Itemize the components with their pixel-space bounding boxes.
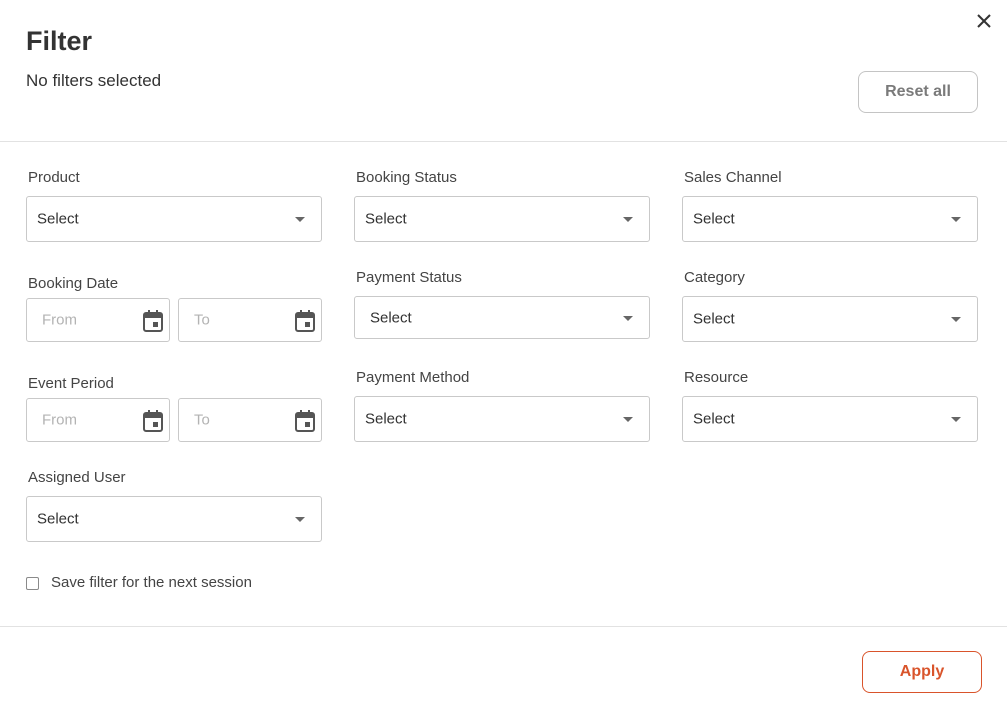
event-period-to-placeholder: To — [194, 411, 210, 429]
payment-method-select[interactable]: Select — [354, 396, 650, 442]
chevron-down-icon — [951, 417, 961, 422]
assigned-user-label: Assigned User — [28, 469, 126, 486]
sales-channel-label: Sales Channel — [684, 169, 782, 186]
assigned-user-select[interactable]: Select — [26, 496, 322, 542]
payment-method-label: Payment Method — [356, 369, 470, 386]
category-select[interactable]: Select — [682, 296, 978, 342]
chevron-down-icon — [295, 517, 305, 522]
booking-date-to-input[interactable]: To — [178, 298, 322, 342]
booking-date-from-placeholder: From — [42, 311, 77, 329]
assigned-user-select-value: Select — [37, 510, 79, 528]
reset-all-button[interactable]: Reset all — [858, 71, 978, 113]
product-label: Product — [28, 169, 80, 186]
resource-label: Resource — [684, 369, 749, 386]
save-filter-checkbox[interactable] — [26, 577, 39, 590]
close-button[interactable] — [973, 10, 995, 32]
save-filter-label[interactable]: Save filter for the next session — [51, 574, 252, 591]
resource-select-value: Select — [693, 410, 735, 428]
chevron-down-icon — [951, 317, 961, 322]
sales-channel-select[interactable]: Select — [682, 196, 978, 242]
category-select-value: Select — [693, 310, 735, 328]
booking-date-label: Booking Date — [28, 275, 119, 292]
booking-status-select[interactable]: Select — [354, 196, 650, 242]
event-period-label: Event Period — [28, 375, 114, 392]
filter-summary: No filters selected — [26, 71, 162, 90]
booking-date-from-input[interactable]: From — [26, 298, 170, 342]
event-period-from-placeholder: From — [42, 411, 77, 429]
close-icon — [977, 14, 991, 28]
chevron-down-icon — [295, 217, 305, 222]
sales-channel-select-value: Select — [693, 210, 735, 228]
payment-method-select-value: Select — [365, 410, 407, 428]
event-period-from-input[interactable]: From — [26, 398, 170, 442]
calendar-icon[interactable] — [295, 410, 315, 432]
chevron-down-icon — [623, 315, 633, 321]
chevron-down-icon — [623, 217, 633, 222]
chevron-down-icon — [623, 417, 633, 422]
payment-status-select-value: Select — [370, 309, 412, 326]
apply-button[interactable]: Apply — [862, 651, 982, 693]
calendar-icon[interactable] — [295, 310, 315, 332]
calendar-icon[interactable] — [143, 410, 163, 432]
filter-header: Filter No filters selected Reset all — [0, 0, 1007, 142]
category-label: Category — [684, 269, 745, 286]
payment-status-label: Payment Status — [356, 269, 462, 286]
calendar-icon[interactable] — [143, 310, 163, 332]
payment-status-select[interactable]: Select — [354, 296, 650, 339]
page-title: Filter — [26, 26, 93, 56]
footer-divider — [0, 626, 1007, 627]
resource-select[interactable]: Select — [682, 396, 978, 442]
chevron-down-icon — [951, 217, 961, 222]
booking-date-to-placeholder: To — [194, 311, 210, 329]
event-period-to-input[interactable]: To — [178, 398, 322, 442]
product-select-value: Select — [37, 210, 79, 228]
booking-status-select-value: Select — [365, 210, 407, 228]
product-select[interactable]: Select — [26, 196, 322, 242]
booking-status-label: Booking Status — [356, 169, 457, 186]
